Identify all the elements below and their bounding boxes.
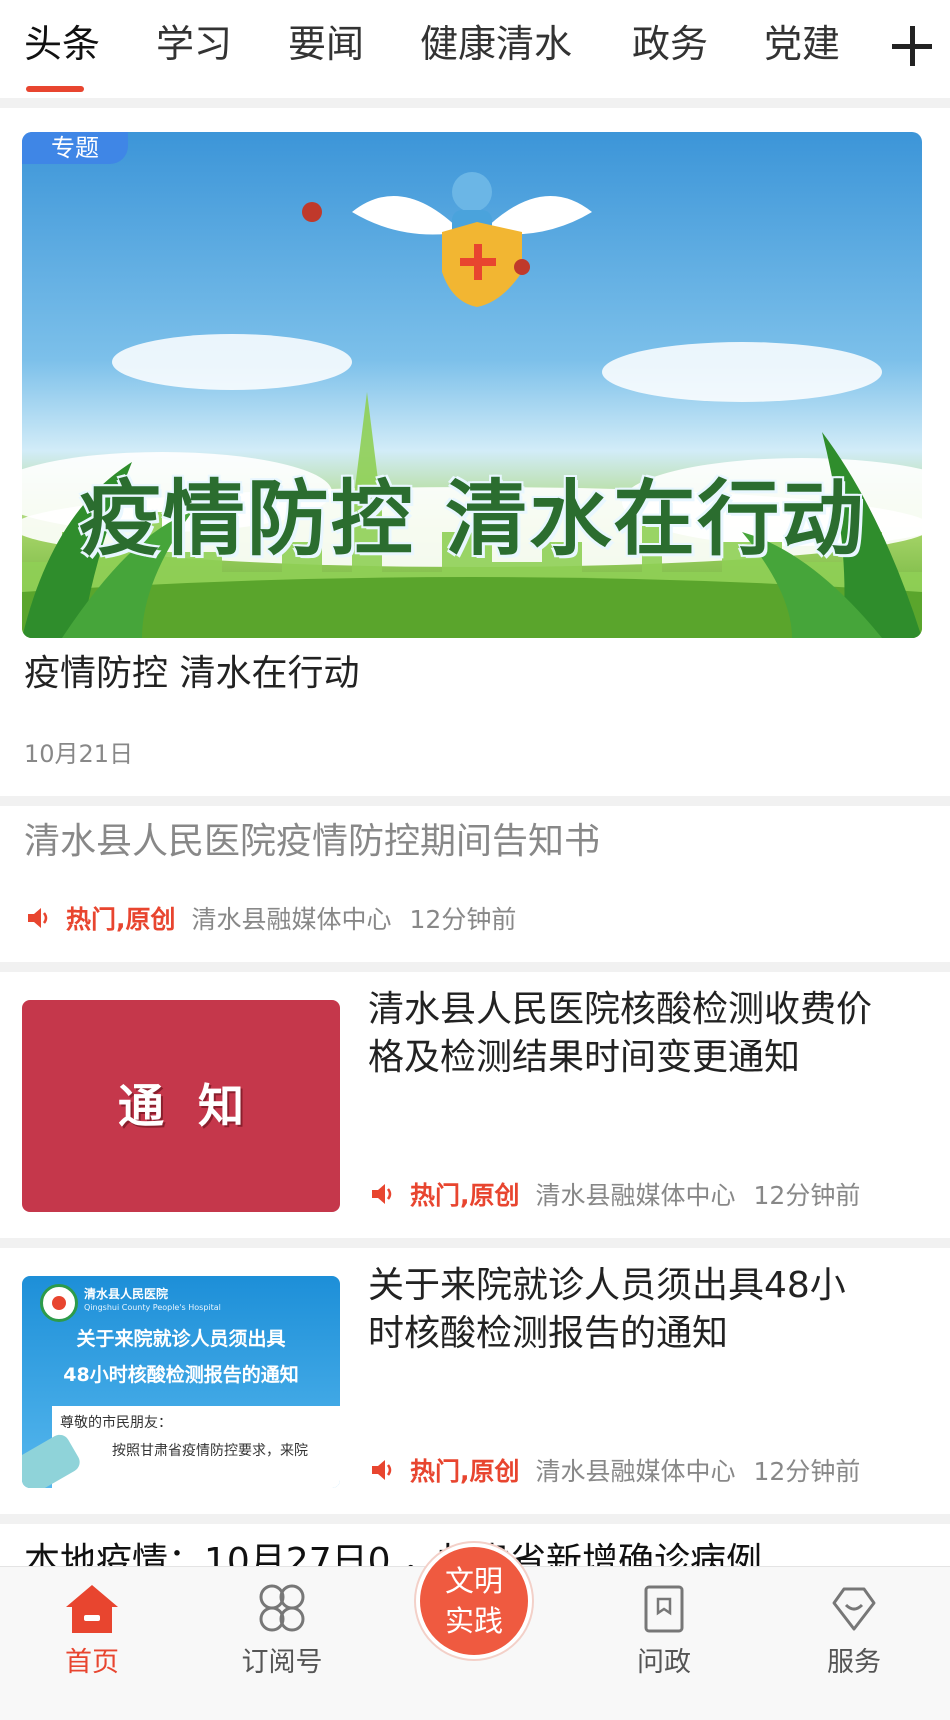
news-title-line: 关于来院就诊人员须出具48小 <box>368 1265 846 1306</box>
divider <box>0 1238 950 1248</box>
special-topic-badge: 专题 <box>22 132 128 164</box>
featured-date: 10月21日 <box>24 740 134 768</box>
nav-home[interactable]: 首页 <box>32 1581 152 1681</box>
news-title[interactable]: 关于来院就诊人员须出具48小 时核酸检测报告的通知 <box>368 1262 928 1358</box>
news-meta: 热门,原创 清水县融媒体中心 12分钟前 <box>368 1454 860 1490</box>
hospital-name-en: Qingshui County People's Hospital <box>84 1303 221 1312</box>
news-source: 清水县融媒体中心 <box>191 905 392 934</box>
home-icon <box>66 1585 118 1633</box>
speaker-icon <box>372 1460 392 1480</box>
news-thumbnail[interactable]: 清水县人民医院 Qingshui County People's Hospita… <box>22 1276 340 1488</box>
bottom-nav: 首页 订阅号 文明 实践 问政 服务 <box>0 1543 950 1720</box>
notice-greeting: 尊敬的市民朋友： <box>60 1415 172 1431</box>
divider <box>0 962 950 972</box>
center-button-line: 实践 <box>444 1604 503 1638</box>
divider <box>0 1514 950 1524</box>
tab-party[interactable]: 党建 <box>764 20 840 68</box>
nav-subscriptions[interactable]: 订阅号 <box>222 1581 342 1681</box>
nav-label: 问政 <box>637 1647 691 1678</box>
featured-title[interactable]: 疫情防控 清水在行动 <box>24 648 359 700</box>
tab-government[interactable]: 政务 <box>632 20 708 68</box>
divider <box>0 796 950 806</box>
banner-headline: 疫情防控 清水在行动 <box>78 472 866 567</box>
news-time: 12分钟前 <box>753 1457 861 1486</box>
hot-original-tags: 热门,原创 <box>410 1457 520 1486</box>
tab-health-qingshui[interactable]: 健康清水 <box>420 20 572 68</box>
tab-study[interactable]: 学习 <box>156 20 232 68</box>
active-tab-indicator <box>26 86 84 92</box>
tab-news[interactable]: 要闻 <box>288 20 364 68</box>
plus-icon[interactable] <box>890 24 936 70</box>
tab-headlines[interactable]: 头条 <box>24 20 100 68</box>
notice-thumbnail-text: 通知 <box>118 1079 278 1133</box>
news-time: 12分钟前 <box>753 1181 861 1210</box>
nav-label: 首页 <box>65 1647 119 1678</box>
notice-paper: 尊敬的市民朋友： 按照甘肃省疫情防控要求，来院 <box>52 1406 340 1488</box>
hospital-logo <box>40 1284 78 1322</box>
channel-tab-bar: 头条 学习 要闻 健康清水 政务 党建 <box>0 0 950 100</box>
divider <box>0 98 950 108</box>
civilization-practice-button[interactable]: 文明 实践 <box>416 1543 532 1659</box>
news-title-line: 时核酸检测报告的通知 <box>368 1313 729 1354</box>
news-title[interactable]: 清水县人民医院疫情防控期间告知书 <box>24 816 600 868</box>
news-time: 12分钟前 <box>409 905 517 934</box>
thumbnail-headline-line: 48小时核酸检测报告的通知 <box>63 1364 299 1386</box>
center-button-line: 文明 <box>444 1564 503 1598</box>
inquiry-icon <box>644 1585 684 1633</box>
news-title-line: 格及检测结果时间变更通知 <box>368 1037 801 1078</box>
subscribe-icon <box>259 1584 305 1632</box>
nav-inquiry[interactable]: 问政 <box>604 1581 724 1681</box>
news-meta: 热门,原创 清水县融媒体中心 12分钟前 <box>24 902 516 938</box>
hot-original-tags: 热门,原创 <box>66 905 176 934</box>
nav-label: 订阅号 <box>241 1647 323 1678</box>
nav-label: 服务 <box>827 1647 881 1678</box>
news-meta: 热门,原创 清水县融媒体中心 12分钟前 <box>368 1178 860 1214</box>
hot-original-tags: 热门,原创 <box>410 1181 520 1210</box>
notice-body: 按照甘肃省疫情防控要求，来院 <box>112 1443 308 1459</box>
nav-services[interactable]: 服务 <box>794 1581 914 1681</box>
service-icon <box>832 1587 876 1631</box>
news-title-line: 清水县人民医院核酸检测收费价 <box>368 989 873 1030</box>
news-title[interactable]: 清水县人民医院核酸检测收费价 格及检测结果时间变更通知 <box>368 986 928 1082</box>
hospital-name: 清水县人民医院 <box>84 1287 169 1301</box>
speaker-icon <box>372 1184 392 1204</box>
news-source: 清水县融媒体中心 <box>535 1181 736 1210</box>
thumbnail-headline-line: 关于来院就诊人员须出具 <box>76 1328 286 1350</box>
news-thumbnail[interactable]: 通知 <box>22 1000 340 1212</box>
speaker-icon <box>28 908 48 928</box>
featured-banner[interactable]: 疫情防控 清水在行动 <box>22 132 922 638</box>
news-source: 清水县融媒体中心 <box>535 1457 736 1486</box>
